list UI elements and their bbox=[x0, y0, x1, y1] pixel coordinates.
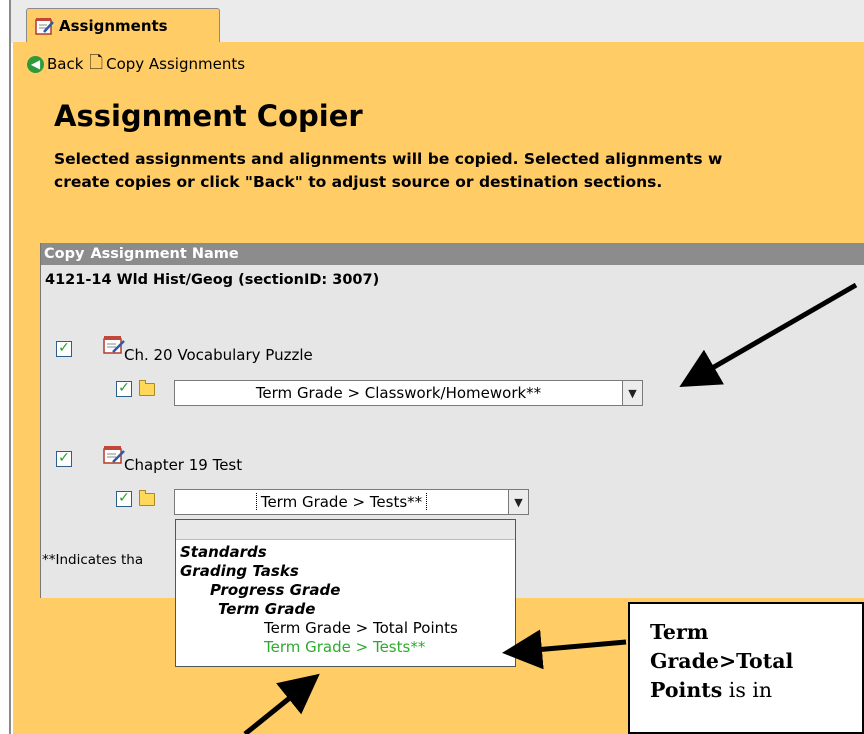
description-line-2: create copies or click "Back" to adjust … bbox=[54, 173, 663, 191]
copy-assignments-label: Copy Assignments bbox=[106, 55, 246, 73]
callout-bold-1: Term bbox=[650, 620, 709, 644]
assignment-icon bbox=[103, 336, 125, 354]
annotation-callout: Term Grade>Total Points is in bbox=[628, 602, 864, 734]
column-copy: Copy bbox=[44, 246, 85, 262]
alignment-1-value: Term Grade > Classwork/Homework** bbox=[255, 384, 542, 402]
dropdown-group-standards: Standards bbox=[180, 543, 267, 561]
callout-text: is in bbox=[722, 678, 773, 702]
window-left-border bbox=[0, 0, 11, 734]
folder-icon bbox=[139, 490, 155, 506]
dropdown-group-term-grade: Term Grade bbox=[218, 600, 316, 618]
back-arrow-icon: ◀ bbox=[27, 55, 44, 73]
assignment-icon bbox=[35, 17, 54, 35]
folder-icon bbox=[139, 380, 155, 396]
toolbar: ◀ Back 🗋 Copy Assignments bbox=[27, 51, 251, 77]
assignment-icon bbox=[103, 446, 125, 464]
assignment-1-checkbox[interactable]: ✓ bbox=[56, 341, 72, 357]
assignment-1-name: Ch. 20 Vocabulary Puzzle bbox=[124, 346, 313, 364]
section-title: 4121-14 Wld Hist/Geog (sectionID: 3007) bbox=[45, 272, 380, 288]
alignment-2-select[interactable]: Term Grade > Tests** ▼ bbox=[174, 489, 529, 515]
description-line-1: Selected assignments and alignments will… bbox=[54, 150, 723, 168]
callout-bold-3: Points bbox=[650, 678, 723, 702]
callout-bold-2: Grade>Total bbox=[650, 649, 794, 673]
back-button[interactable]: ◀ Back bbox=[27, 55, 83, 73]
back-label: Back bbox=[47, 55, 84, 73]
chevron-down-icon[interactable]: ▼ bbox=[622, 381, 642, 405]
dropdown-group-progress-grade: Progress Grade bbox=[210, 581, 341, 599]
dropdown-option-total-points[interactable]: Term Grade > Total Points bbox=[176, 619, 515, 638]
alignment-dropdown-list: Standards Grading Tasks Progress Grade T… bbox=[175, 519, 516, 667]
dropdown-group-grading-tasks: Grading Tasks bbox=[180, 562, 299, 580]
alignment-2-value: Term Grade > Tests** bbox=[255, 493, 428, 511]
dropdown-option-tests[interactable]: Term Grade > Tests** bbox=[176, 638, 515, 657]
tab-assignments[interactable]: Assignments bbox=[26, 8, 220, 42]
copy-icon: 🗋 bbox=[89, 52, 104, 73]
footnote: **Indicates tha bbox=[42, 552, 144, 568]
chevron-down-icon[interactable]: ▼ bbox=[508, 490, 528, 514]
alignment-1-checkbox[interactable]: ✓ bbox=[116, 381, 132, 397]
tab-label: Assignments bbox=[59, 16, 168, 35]
table-header: Copy Assignment Name bbox=[41, 243, 864, 265]
assignment-2-name: Chapter 19 Test bbox=[124, 456, 243, 474]
page-title: Assignment Copier bbox=[54, 99, 363, 133]
alignment-2-checkbox[interactable]: ✓ bbox=[116, 491, 132, 507]
dropdown-blank-option[interactable] bbox=[176, 520, 515, 540]
alignment-1-select[interactable]: Term Grade > Classwork/Homework** ▼ bbox=[174, 380, 643, 406]
page-description: Selected assignments and alignments will… bbox=[54, 148, 864, 194]
copy-assignments-button[interactable]: 🗋 Copy Assignments bbox=[89, 50, 245, 79]
assignment-2-checkbox[interactable]: ✓ bbox=[56, 451, 72, 467]
column-assignment-name: Assignment Name bbox=[90, 246, 239, 262]
